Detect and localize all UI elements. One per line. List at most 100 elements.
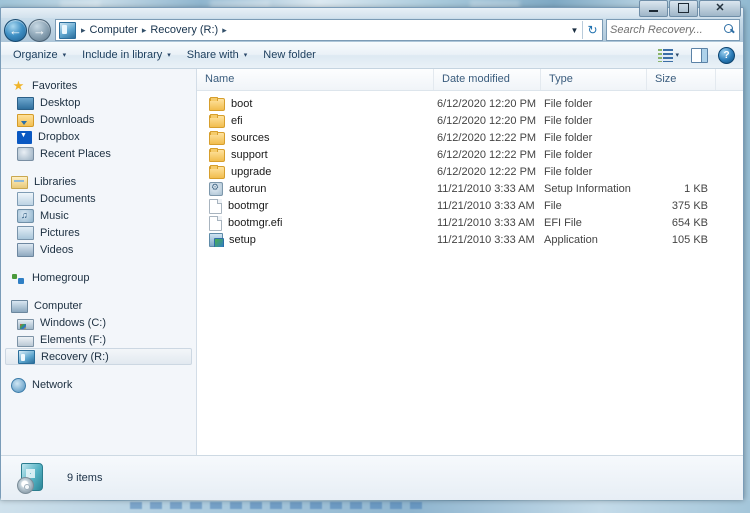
sidebar-item-computer[interactable]: Computer bbox=[1, 297, 196, 314]
sidebar-item-videos[interactable]: Videos bbox=[1, 241, 196, 258]
generic-file-icon bbox=[209, 215, 222, 231]
sidebar-item-recent-places[interactable]: Recent Places bbox=[1, 145, 196, 162]
file-type-cell: File folder bbox=[544, 131, 593, 144]
folder-icon bbox=[209, 148, 225, 162]
table-row[interactable]: support 6/12/2020 12:22 PM File folder bbox=[197, 146, 743, 163]
breadcrumb-item-computer[interactable]: Computer bbox=[88, 24, 140, 36]
windows-drive-icon bbox=[17, 318, 34, 330]
network-icon bbox=[11, 377, 26, 393]
chevron-down-icon: ▾ bbox=[167, 52, 171, 59]
maximize-icon bbox=[678, 3, 689, 13]
navigation-pane: ★ Favorites Desktop Downloads Dropbox Re… bbox=[1, 69, 197, 455]
command-bar-right: ▾ ? bbox=[658, 46, 739, 64]
breadcrumb-separator: ▸ bbox=[81, 24, 86, 35]
sidebar-item-recovery-r[interactable]: Recovery (R:) bbox=[5, 348, 192, 365]
usb-drive-icon bbox=[17, 335, 34, 347]
table-row[interactable]: bootmgr.efi 11/21/2010 3:33 AM EFI File … bbox=[197, 214, 743, 231]
file-size-cell: 1 KB bbox=[684, 182, 708, 195]
sidebar-item-network[interactable]: Network bbox=[1, 376, 196, 393]
breadcrumb[interactable]: ▸ Computer ▸ Recovery (R:) ▸ ▼ ↻ bbox=[55, 19, 603, 41]
column-header-date-modified[interactable]: Date modified bbox=[434, 69, 541, 90]
file-date-cell: 11/21/2010 3:33 AM bbox=[437, 233, 535, 246]
file-name: support bbox=[231, 148, 268, 161]
file-date-cell: 11/21/2010 3:33 AM bbox=[437, 216, 535, 229]
column-header-size[interactable]: Size bbox=[647, 69, 716, 90]
file-type-cell: Setup Information bbox=[544, 182, 631, 195]
view-options-icon[interactable] bbox=[658, 48, 674, 62]
status-bar: 9 items bbox=[1, 455, 743, 500]
sidebar-item-documents[interactable]: Documents bbox=[1, 190, 196, 207]
file-name: setup bbox=[229, 233, 256, 246]
file-date-cell: 11/21/2010 3:33 AM bbox=[437, 199, 535, 212]
search-input-value: Search Recovery... bbox=[610, 24, 703, 36]
column-header-type[interactable]: Type bbox=[541, 69, 647, 90]
file-name-cell: setup bbox=[197, 232, 434, 247]
sidebar-item-label: Videos bbox=[40, 243, 74, 256]
maximize-button[interactable] bbox=[669, 0, 698, 17]
sidebar-item-elements-f[interactable]: Elements (F:) bbox=[1, 331, 196, 348]
chevron-down-icon[interactable]: ▼ bbox=[567, 21, 582, 39]
desktop-taskbar-strip bbox=[0, 501, 750, 513]
recent-places-icon bbox=[17, 147, 34, 161]
table-row[interactable]: bootmgr 11/21/2010 3:33 AM File 375 KB bbox=[197, 197, 743, 214]
downloads-folder-icon bbox=[17, 114, 34, 127]
table-row[interactable]: boot 6/12/2020 12:20 PM File folder bbox=[197, 95, 743, 112]
minimize-icon bbox=[649, 9, 658, 12]
close-button[interactable]: ✕ bbox=[699, 0, 741, 17]
sidebar-item-label: Music bbox=[40, 209, 69, 222]
generic-file-icon bbox=[209, 198, 222, 214]
share-with-label: Share with bbox=[186, 49, 239, 61]
include-in-library-button[interactable]: Include in library ▾ bbox=[74, 46, 179, 64]
sidebar-item-dropbox[interactable]: Dropbox bbox=[1, 128, 196, 145]
chevron-down-icon[interactable]: ▾ bbox=[675, 51, 679, 59]
file-size-cell: 105 KB bbox=[671, 233, 708, 246]
new-folder-button[interactable]: New folder bbox=[255, 46, 324, 64]
back-button[interactable]: ← bbox=[4, 18, 27, 42]
documents-icon bbox=[17, 192, 34, 206]
sidebar-item-label: Network bbox=[32, 378, 73, 391]
sidebar-item-libraries[interactable]: Libraries bbox=[1, 173, 196, 190]
search-input[interactable]: Search Recovery... bbox=[606, 19, 740, 41]
table-row[interactable]: efi 6/12/2020 12:20 PM File folder bbox=[197, 112, 743, 129]
preview-pane-icon[interactable] bbox=[691, 47, 708, 63]
window-body: ★ Favorites Desktop Downloads Dropbox Re… bbox=[1, 69, 743, 455]
breadcrumb-separator: ▸ bbox=[141, 24, 147, 35]
file-name-cell: efi bbox=[197, 113, 434, 128]
title-bar: ✕ bbox=[1, 0, 743, 18]
table-row[interactable]: sources 6/12/2020 12:22 PM File folder bbox=[197, 129, 743, 146]
sidebar-item-downloads[interactable]: Downloads bbox=[1, 111, 196, 128]
sidebar-item-music[interactable]: Music bbox=[1, 207, 196, 224]
sidebar-item-desktop[interactable]: Desktop bbox=[1, 94, 196, 111]
file-name-cell: support bbox=[197, 147, 434, 162]
table-row[interactable]: autorun 11/21/2010 3:33 AM Setup Informa… bbox=[197, 180, 743, 197]
minimize-button[interactable] bbox=[639, 0, 668, 17]
sidebar-item-label: Downloads bbox=[40, 113, 95, 126]
computer-icon bbox=[11, 300, 28, 313]
share-with-button[interactable]: Share with ▾ bbox=[179, 46, 256, 64]
help-icon[interactable]: ? bbox=[718, 46, 735, 64]
window-controls: ✕ bbox=[638, 0, 741, 17]
breadcrumb-item-recovery[interactable]: Recovery (R:) bbox=[148, 24, 220, 36]
table-row[interactable]: upgrade 6/12/2020 12:22 PM File folder bbox=[197, 163, 743, 180]
chevron-down-icon: ▾ bbox=[243, 52, 248, 59]
sidebar-item-pictures[interactable]: Pictures bbox=[1, 224, 196, 241]
file-name-cell: bootmgr bbox=[197, 198, 434, 214]
organize-button[interactable]: Organize ▾ bbox=[5, 46, 74, 64]
refresh-icon[interactable]: ↻ bbox=[582, 21, 602, 39]
folder-icon bbox=[209, 97, 225, 111]
sidebar-item-homegroup[interactable]: Homegroup bbox=[1, 269, 196, 286]
table-row[interactable]: setup 11/21/2010 3:33 AM Application 105… bbox=[197, 231, 743, 248]
file-date-cell: 6/12/2020 12:22 PM bbox=[437, 148, 537, 161]
sidebar-item-label: Computer bbox=[34, 299, 83, 312]
libraries-icon bbox=[11, 176, 28, 189]
sidebar-item-favorites[interactable]: ★ Favorites bbox=[1, 77, 196, 94]
file-type-cell: File bbox=[544, 199, 562, 212]
column-header-name[interactable]: Name bbox=[197, 69, 434, 90]
application-icon bbox=[209, 233, 224, 247]
sidebar-item-windows-c[interactable]: Windows (C:) bbox=[1, 314, 196, 331]
pictures-icon bbox=[17, 226, 34, 240]
column-header-filler bbox=[716, 69, 743, 90]
file-type-cell: File folder bbox=[544, 97, 593, 110]
forward-button[interactable]: → bbox=[28, 18, 51, 42]
sidebar-item-label: Libraries bbox=[34, 175, 77, 188]
